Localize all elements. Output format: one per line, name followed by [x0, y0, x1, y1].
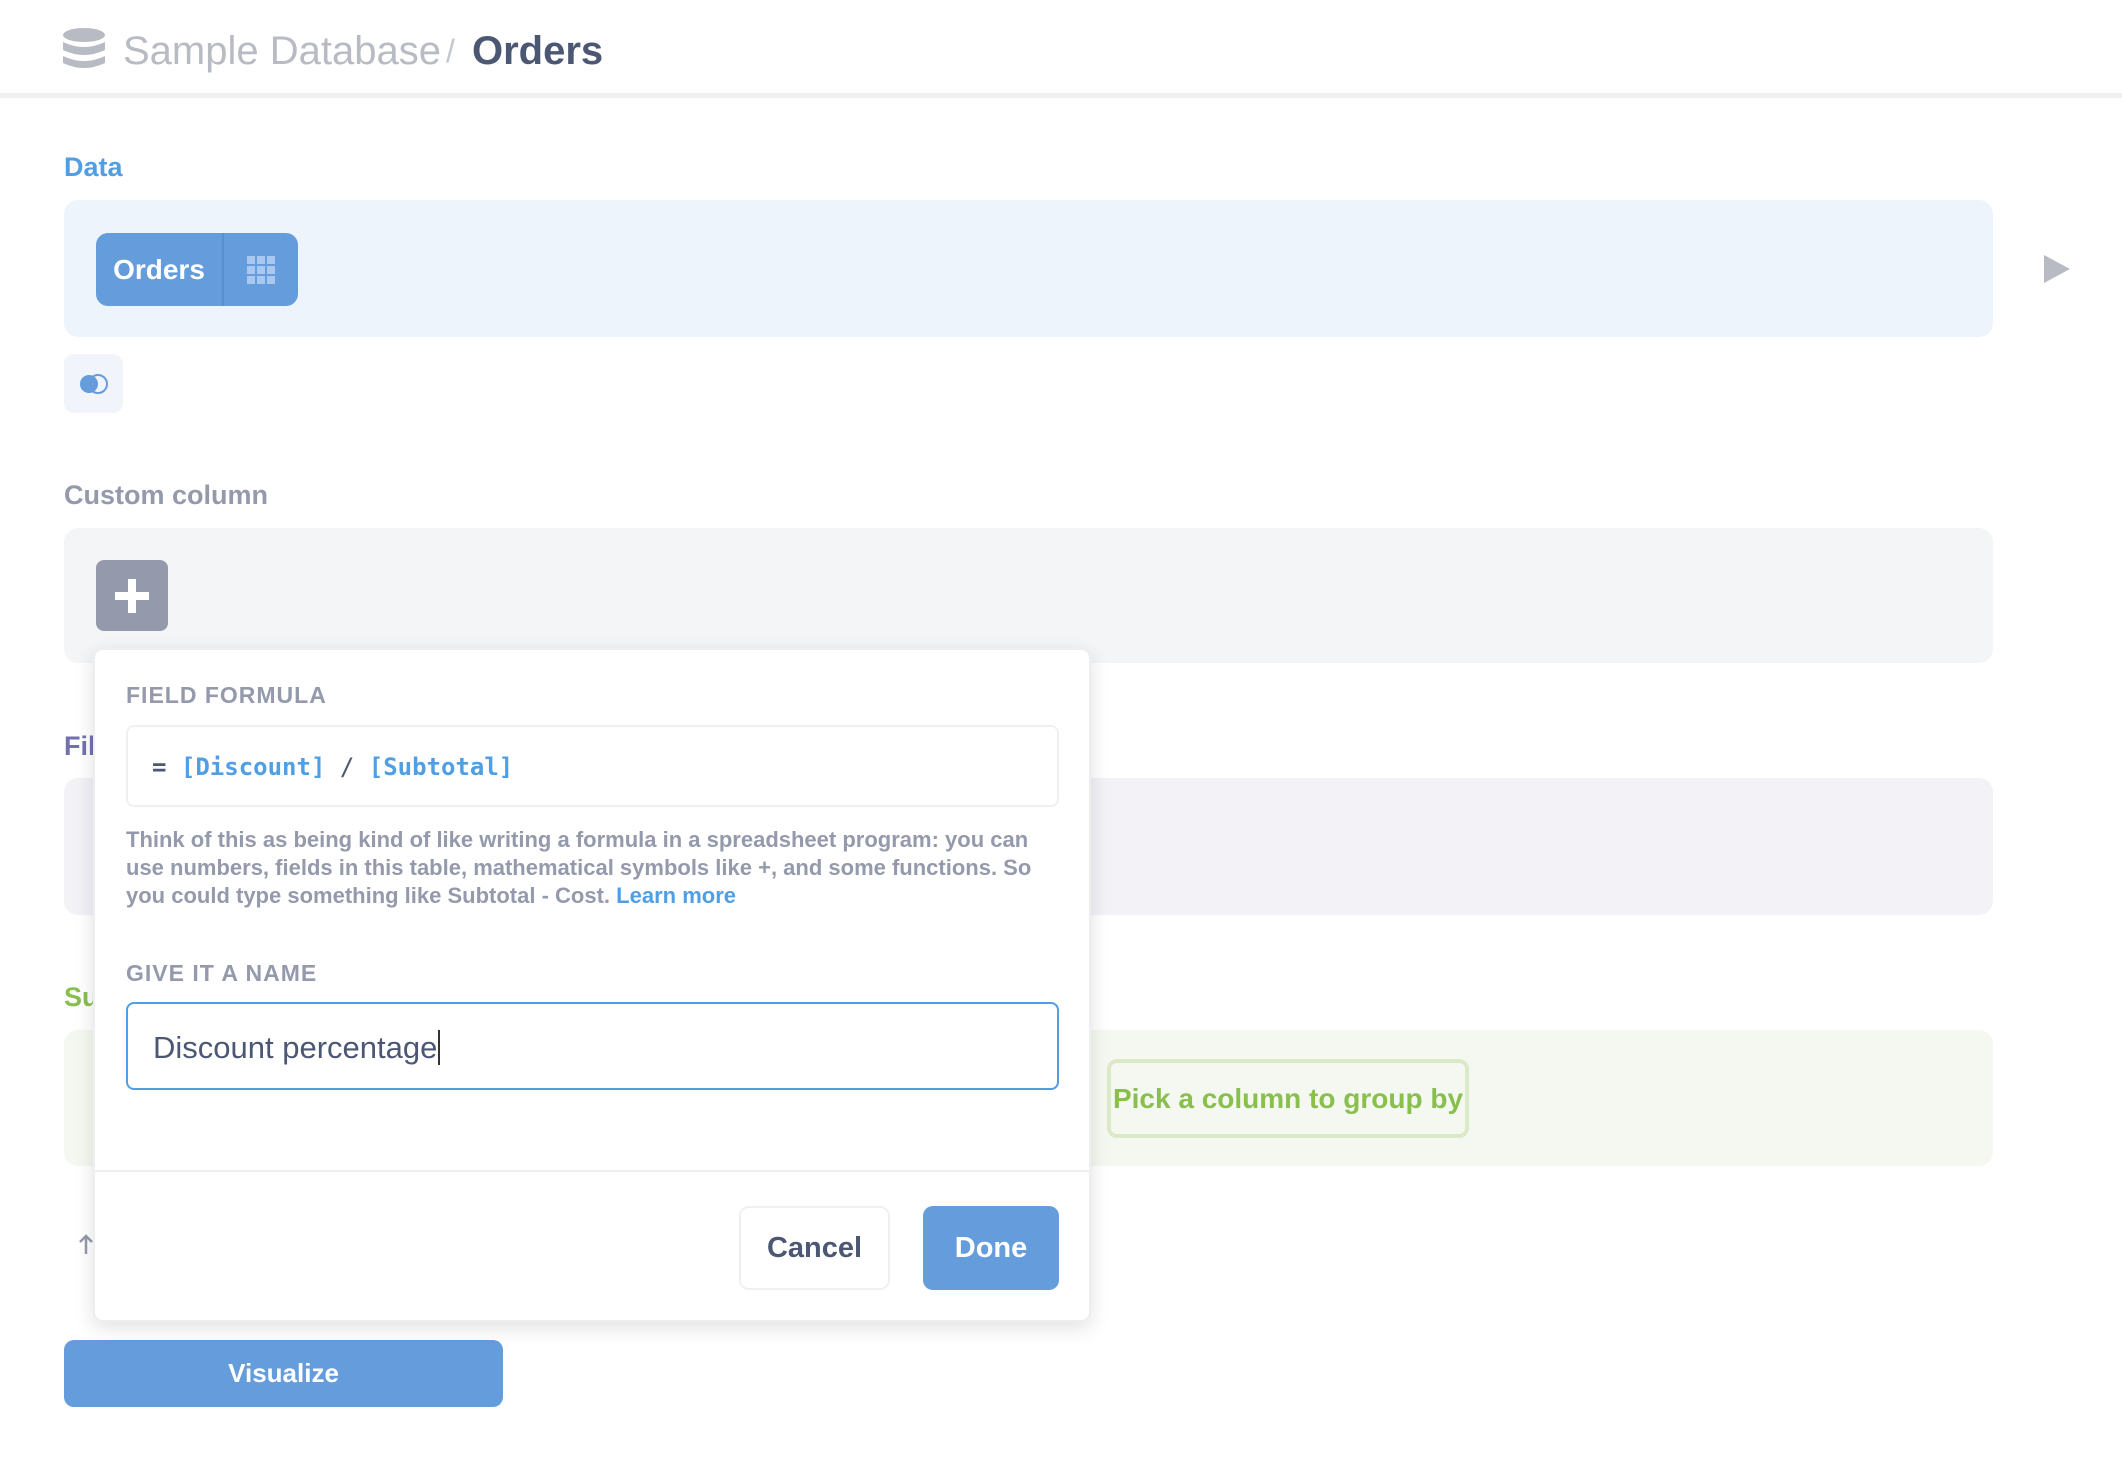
- plus-icon: [115, 578, 149, 613]
- formula-equals: =: [152, 753, 167, 781]
- breadcrumb-table: Orders: [472, 29, 604, 73]
- grid-icon[interactable]: [224, 233, 298, 306]
- formula-field: [Subtotal]: [368, 753, 514, 781]
- column-name-value: Discount percentage: [153, 1030, 438, 1065]
- formula-input[interactable]: = [Discount] / [Subtotal]: [126, 725, 1059, 807]
- custom-column-step: [64, 528, 1993, 663]
- data-label: Data: [64, 152, 123, 182]
- cancel-button[interactable]: Cancel: [739, 1206, 890, 1290]
- table-name: Orders: [96, 233, 224, 306]
- divider: [95, 1170, 1089, 1172]
- arrow-up-icon[interactable]: [78, 1234, 94, 1254]
- play-icon[interactable]: [2044, 255, 2070, 283]
- text-cursor: ​: [438, 1030, 441, 1065]
- breadcrumb-database[interactable]: Sample Database: [123, 26, 441, 76]
- custom-column-popover: FIELD FORMULA = [Discount] / [Subtotal] …: [93, 648, 1091, 1322]
- join-icon: [79, 373, 108, 394]
- filter-label: Fil: [64, 731, 96, 761]
- done-button[interactable]: Done: [923, 1206, 1059, 1290]
- add-custom-column-button[interactable]: [96, 560, 168, 631]
- column-name-input[interactable]: Discount percentage​: [126, 1002, 1059, 1090]
- help-text: Think of this as being kind of like writ…: [126, 827, 1032, 908]
- visualize-button[interactable]: Visualize: [64, 1340, 503, 1407]
- data-step: [64, 200, 1993, 337]
- custom-column-label: Custom column: [64, 480, 269, 510]
- table-picker-button[interactable]: Orders: [96, 233, 298, 306]
- group-by-button[interactable]: Pick a column to group by: [1107, 1059, 1469, 1138]
- learn-more-link[interactable]: Learn more: [616, 883, 736, 908]
- field-formula-label: FIELD FORMULA: [126, 682, 327, 708]
- join-button[interactable]: [64, 354, 123, 413]
- database-icon: [63, 28, 105, 68]
- name-label: GIVE IT A NAME: [126, 960, 318, 986]
- header: Sample Database / Orders: [0, 0, 2122, 98]
- breadcrumb-separator: /: [446, 33, 455, 69]
- formula-operator: /: [339, 753, 355, 781]
- formula-help-text: Think of this as being kind of like writ…: [126, 826, 1061, 910]
- formula-field: [Discount]: [180, 753, 326, 781]
